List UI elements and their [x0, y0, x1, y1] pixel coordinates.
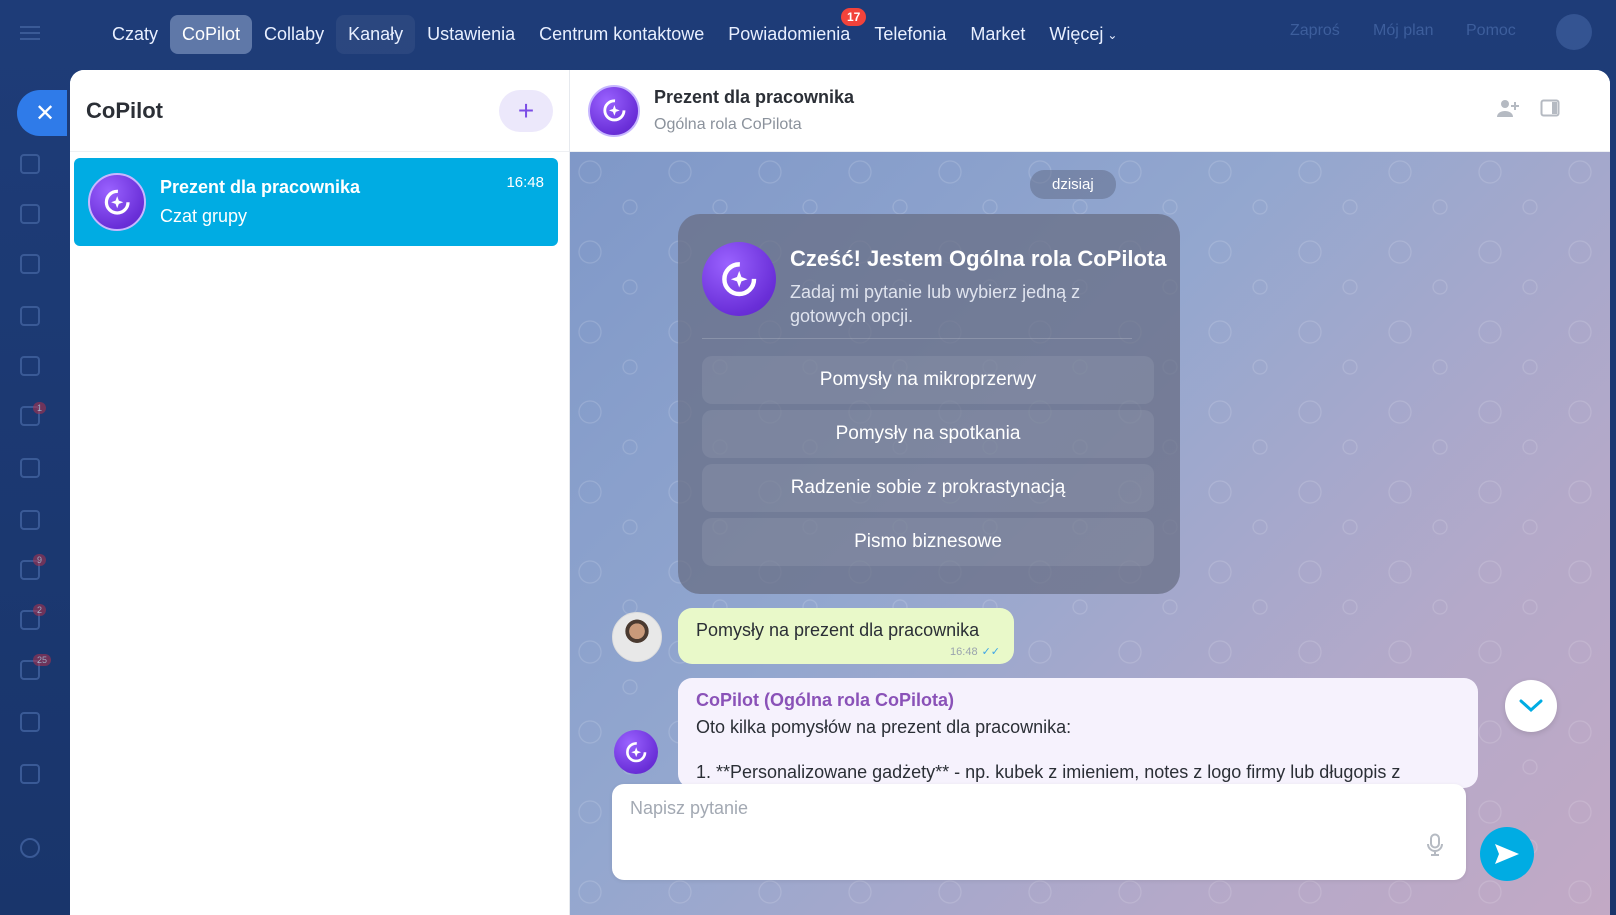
nav-powiadomienia[interactable]: Powiadomienia 17: [716, 7, 867, 54]
nav-collaby[interactable]: Collaby: [252, 15, 336, 54]
nav-label: Ustawienia: [427, 23, 516, 44]
nav-telefonia[interactable]: Telefonia: [862, 15, 958, 54]
chevron-down-icon: ⌄: [1107, 27, 1118, 42]
copilot-logo-icon: [602, 99, 626, 122]
document-icon: [20, 306, 40, 326]
bot-message-text: 1. **Personalizowane gadżety** - np. kub…: [696, 762, 1401, 782]
bot-author: CoPilot (Ogólna rola CoPilota): [696, 690, 954, 710]
chat-item-text: Prezent dla pracownika Czat grupy: [160, 177, 544, 227]
chat-list-column: CoPilot + Prezent dla pracownika Czat gr…: [70, 70, 570, 915]
nav-centrum-kontaktowe[interactable]: Centrum kontaktowe: [527, 15, 716, 54]
nav-label: Telefonia: [874, 23, 947, 44]
conversation-header: Prezent dla pracownika Ogólna rola CoPil…: [570, 70, 1610, 152]
board-icon: [20, 510, 40, 530]
nav-label: Collaby: [264, 23, 325, 44]
copilot-logo-icon: [721, 261, 757, 297]
conversation-column: Prezent dla pracownika Ogólna rola CoPil…: [570, 70, 1610, 915]
user-message: Pomysły na prezent dla pracownika 16:48 ✓…: [678, 608, 1014, 664]
user-avatar[interactable]: [612, 612, 662, 662]
welcome-avatar: [702, 242, 776, 316]
contacts-icon: [20, 458, 40, 478]
bot-avatar: [614, 730, 658, 774]
scroll-down-button[interactable]: [1505, 680, 1557, 732]
nav-label: Czaty: [112, 23, 159, 44]
panel-title: CoPilot: [86, 97, 163, 123]
nav-wiecej[interactable]: Więcej ⌄: [1037, 15, 1129, 54]
divider: [702, 338, 1132, 339]
chat-item-name: Prezent dla pracownika: [160, 177, 361, 197]
nav-label: Więcej: [1049, 23, 1104, 44]
read-check-icon: ✓✓: [981, 646, 1000, 658]
target-icon: [20, 712, 40, 732]
bot-message: CoPilot (Ogólna rola CoPilota) Oto kilka…: [678, 678, 1478, 788]
send-button[interactable]: [1480, 827, 1534, 881]
conversation-subtitle: Ogólna rola CoPilota: [654, 116, 802, 133]
conversation-title[interactable]: Prezent dla pracownika: [654, 87, 854, 108]
user-message-text: Pomysły na prezent dla pracownika: [696, 620, 980, 640]
copilot-avatar: [88, 173, 146, 231]
microphone-icon[interactable]: [1426, 833, 1444, 862]
message-input[interactable]: [630, 798, 1410, 848]
nav-ustawienia[interactable]: Ustawienia: [415, 15, 527, 54]
user-avatar-bg: [1556, 14, 1592, 50]
new-chat-button[interactable]: +: [499, 89, 553, 132]
cart-icon: [20, 764, 40, 784]
close-icon: ✕: [34, 99, 56, 127]
message-area: dzisiaj Cześć! Jestem Ogólna rola CoPilo…: [570, 152, 1610, 915]
nav-czaty[interactable]: Czaty: [100, 15, 170, 54]
message-composer: [612, 784, 1466, 880]
send-icon: [1495, 844, 1519, 864]
close-button[interactable]: ✕: [17, 90, 67, 136]
nav-label: Market: [970, 23, 1026, 44]
copilot-logo-icon: [104, 189, 130, 215]
copilot-panel: CoPilot + Prezent dla pracownika Czat gr…: [70, 70, 1610, 915]
nav-kanaly[interactable]: Kanały: [336, 14, 416, 54]
message-meta: 16:48 ✓✓: [950, 645, 1000, 658]
nav-label: Centrum kontaktowe: [539, 23, 705, 44]
welcome-card: Cześć! Jestem Ogólna rola CoPilota Zadaj…: [678, 214, 1180, 594]
rail-badge: 9: [33, 554, 47, 566]
chat-item-time: 16:48: [506, 174, 544, 191]
chat-list-header: CoPilot +: [70, 70, 569, 152]
bot-message-text: Oto kilka pomysłów na prezent dla pracow…: [696, 717, 1072, 737]
chat-item-subtitle: Czat grupy: [160, 206, 248, 226]
message-time: 16:48: [950, 646, 978, 658]
welcome-title: Cześć! Jestem Ogólna rola CoPilota: [790, 246, 1167, 271]
help-link: Pomoc: [1466, 22, 1516, 39]
rail-badge: 25: [33, 654, 52, 666]
add-user-icon[interactable]: [1496, 98, 1520, 124]
nav-market[interactable]: Market: [958, 15, 1037, 54]
calendar-icon: [20, 254, 40, 274]
conversation-header-text: Prezent dla pracownika Ogólna rola CoPil…: [654, 87, 854, 134]
prompt-option-button[interactable]: Pomysły na mikroprzerwy: [702, 356, 1154, 404]
drive-icon: [20, 356, 40, 376]
copilot-logo-icon: [625, 741, 647, 763]
rail-badge: 2: [33, 604, 47, 616]
chat-icon: [20, 204, 40, 224]
top-nav: Czaty CoPilot Collaby Kanały Ustawienia …: [100, 7, 1129, 54]
rail-badge: 1: [33, 402, 47, 414]
invite-link: Zaproś: [1290, 22, 1340, 39]
conversation-avatar[interactable]: [588, 84, 640, 137]
nav-label: CoPilot: [182, 23, 241, 44]
nav-label: Kanały: [348, 23, 404, 44]
nav-label: Powiadomienia: [728, 23, 851, 44]
feed-icon: [20, 154, 40, 174]
welcome-subtitle: Zadaj mi pytanie lub wybierz jedną z got…: [790, 282, 1081, 326]
chevron-down-icon: [1519, 699, 1543, 713]
settings-icon: [20, 838, 40, 858]
plan-link: Mój plan: [1373, 22, 1434, 39]
prompt-option-button[interactable]: Pismo biznesowe: [702, 518, 1154, 566]
date-separator: dzisiaj: [1030, 170, 1116, 199]
menu-icon: [20, 26, 40, 40]
sidebar-toggle-icon[interactable]: [1540, 98, 1560, 124]
chat-list-item[interactable]: Prezent dla pracownika Czat grupy 16:48: [74, 158, 558, 246]
prompt-option-button[interactable]: Radzenie sobie z prokrastynacją: [702, 464, 1154, 512]
nav-copilot[interactable]: CoPilot: [170, 14, 253, 54]
prompt-option-button[interactable]: Pomysły na spotkania: [702, 410, 1154, 458]
plus-icon: +: [517, 94, 535, 126]
